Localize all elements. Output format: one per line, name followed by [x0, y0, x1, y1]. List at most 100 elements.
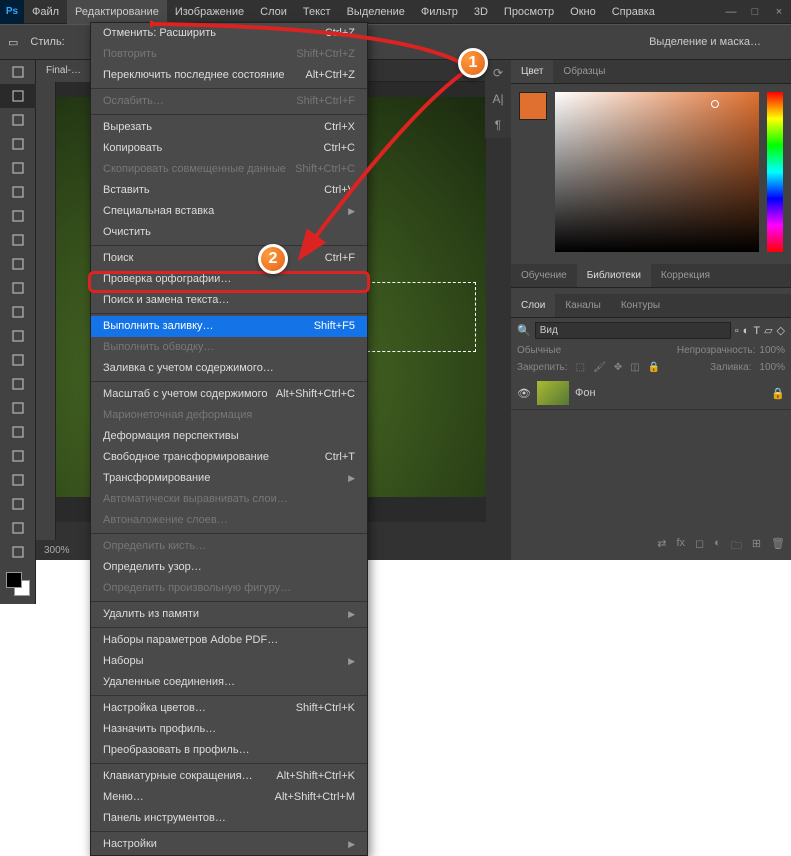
menu-item[interactable]: ВставитьCtrl+V [91, 180, 367, 201]
search-icon[interactable]: 🔍 [517, 324, 531, 337]
menu-item[interactable]: Удалить из памяти▶ [91, 604, 367, 625]
lock-move-icon[interactable]: ✥ [614, 362, 622, 373]
filter-smart-icon[interactable]: ◇ [777, 324, 785, 337]
tab-libraries[interactable]: Библиотеки [577, 264, 651, 287]
menu-файл[interactable]: Файл [24, 0, 67, 24]
blur-tool-icon[interactable] [0, 372, 36, 396]
menu-item[interactable]: ВырезатьCtrl+X [91, 117, 367, 138]
hand-tool-icon[interactable] [0, 516, 36, 540]
zoom-tool-icon[interactable] [0, 540, 36, 564]
marquee-tool-icon[interactable]: ▭ [8, 36, 18, 49]
zoom-level[interactable]: 300% [44, 545, 70, 556]
close-icon[interactable]: × [771, 0, 787, 24]
crop-tool-icon[interactable] [0, 156, 36, 180]
select-and-mask-button[interactable]: Выделение и маска… [649, 36, 761, 48]
menu-item[interactable]: Настройки▶ [91, 834, 367, 855]
lock-all-icon[interactable]: 🔒 [648, 362, 660, 373]
menu-изображение[interactable]: Изображение [167, 0, 252, 24]
filter-image-icon[interactable]: ▫ [735, 325, 739, 337]
layer-thumbnail[interactable] [537, 381, 569, 405]
menu-item[interactable]: КопироватьCtrl+C [91, 138, 367, 159]
layer-name[interactable]: Фон [575, 387, 596, 399]
lasso-tool-icon[interactable] [0, 108, 36, 132]
layer-row[interactable]: 👁 Фон 🔒 [511, 377, 791, 410]
layer-filter-select[interactable] [535, 322, 731, 339]
minimize-icon[interactable]: — [723, 0, 739, 24]
menu-item[interactable]: Панель инструментов… [91, 808, 367, 829]
pen-tool-icon[interactable] [0, 420, 36, 444]
stamp-tool-icon[interactable] [0, 276, 36, 300]
menu-item[interactable]: Масштаб с учетом содержимогоAlt+Shift+Ct… [91, 384, 367, 405]
filter-shape-icon[interactable]: ▱ [764, 324, 772, 337]
menu-окно[interactable]: Окно [562, 0, 604, 24]
tab-swatches[interactable]: Образцы [553, 60, 615, 83]
menu-item[interactable]: Очистить [91, 222, 367, 243]
filter-adjust-icon[interactable]: ◐ [743, 325, 750, 337]
character-icon[interactable]: A| [485, 86, 511, 112]
menu-item[interactable]: Заливка с учетом содержимого… [91, 358, 367, 379]
filter-text-icon[interactable]: T [753, 325, 760, 337]
tab-channels[interactable]: Каналы [555, 294, 611, 317]
path-tool-icon[interactable] [0, 468, 36, 492]
brush-tool-icon[interactable] [0, 252, 36, 276]
rectangle-tool-icon[interactable] [0, 492, 36, 516]
history-icon[interactable]: ⟳ [485, 60, 511, 86]
lock-trans-icon[interactable]: ⬚ [576, 362, 585, 373]
eraser-tool-icon[interactable] [0, 324, 36, 348]
mask-icon[interactable]: ◻ [695, 537, 704, 556]
fg-color[interactable] [6, 572, 22, 588]
menu-справка[interactable]: Справка [604, 0, 663, 24]
new-layer-icon[interactable]: ⊞ [752, 537, 761, 556]
opacity-value[interactable]: 100% [759, 345, 785, 356]
lock-artboard-icon[interactable]: ◫ [630, 362, 639, 373]
move-tool-icon[interactable] [0, 60, 36, 84]
foreground-swatch[interactable] [519, 92, 547, 120]
marquee-tool-icon[interactable] [0, 84, 36, 108]
lock-paint-icon[interactable]: 🖌 [593, 362, 606, 373]
wand-tool-icon[interactable] [0, 132, 36, 156]
file-tab[interactable]: Final-… [36, 60, 91, 82]
menu-item[interactable]: Специальная вставка▶ [91, 201, 367, 222]
adjustment-layer-icon[interactable]: ◐ [714, 537, 721, 556]
menu-слои[interactable]: Слои [252, 0, 295, 24]
fg-bg-swatches[interactable] [0, 568, 36, 604]
tab-learn[interactable]: Обучение [511, 264, 577, 287]
menu-фильтр[interactable]: Фильтр [413, 0, 466, 24]
tab-layers[interactable]: Слои [511, 294, 555, 317]
menu-редактирование[interactable]: Редактирование [67, 0, 167, 24]
healing-tool-icon[interactable] [0, 228, 36, 252]
group-icon[interactable]: 🗀 [731, 537, 742, 556]
menu-item[interactable]: Меню…Alt+Shift+Ctrl+M [91, 787, 367, 808]
menu-item[interactable]: Определить узор… [91, 557, 367, 578]
menu-item[interactable]: Свободное трансформированиеCtrl+T [91, 447, 367, 468]
menu-текст[interactable]: Текст [295, 0, 339, 24]
menu-item[interactable]: Трансформирование▶ [91, 468, 367, 489]
gradient-tool-icon[interactable] [0, 348, 36, 372]
tab-paths[interactable]: Контуры [611, 294, 670, 317]
menu-item[interactable]: ПоискCtrl+F [91, 248, 367, 269]
menu-item[interactable]: Деформация перспективы [91, 426, 367, 447]
menu-item[interactable]: Выполнить заливку…Shift+F5 [91, 316, 367, 337]
type-tool-icon[interactable] [0, 444, 36, 468]
fx-icon[interactable]: fx [676, 537, 685, 556]
tab-color[interactable]: Цвет [511, 60, 553, 83]
menu-item[interactable]: Отменить: РасширитьCtrl+Z [91, 23, 367, 44]
paragraph-icon[interactable]: ¶ [485, 112, 511, 138]
delete-layer-icon[interactable]: 🗑 [771, 537, 785, 556]
menu-item[interactable]: Настройка цветов…Shift+Ctrl+K [91, 698, 367, 719]
history-brush-tool-icon[interactable] [0, 300, 36, 324]
menu-item[interactable]: Поиск и замена текста… [91, 290, 367, 311]
menu-item[interactable]: Преобразовать в профиль… [91, 740, 367, 761]
frame-tool-icon[interactable] [0, 180, 36, 204]
tab-adjustments[interactable]: Коррекция [651, 264, 720, 287]
eyedropper-tool-icon[interactable] [0, 204, 36, 228]
menu-выделение[interactable]: Выделение [339, 0, 413, 24]
menu-3d[interactable]: 3D [466, 0, 496, 24]
menu-item[interactable]: Наборы▶ [91, 651, 367, 672]
menu-item[interactable]: Клавиатурные сокращения…Alt+Shift+Ctrl+K [91, 766, 367, 787]
blend-mode-select[interactable]: Обычные [517, 345, 561, 356]
menu-item[interactable]: Назначить профиль… [91, 719, 367, 740]
dodge-tool-icon[interactable] [0, 396, 36, 420]
fill-value[interactable]: 100% [759, 362, 785, 373]
menu-item[interactable]: Наборы параметров Adobe PDF… [91, 630, 367, 651]
